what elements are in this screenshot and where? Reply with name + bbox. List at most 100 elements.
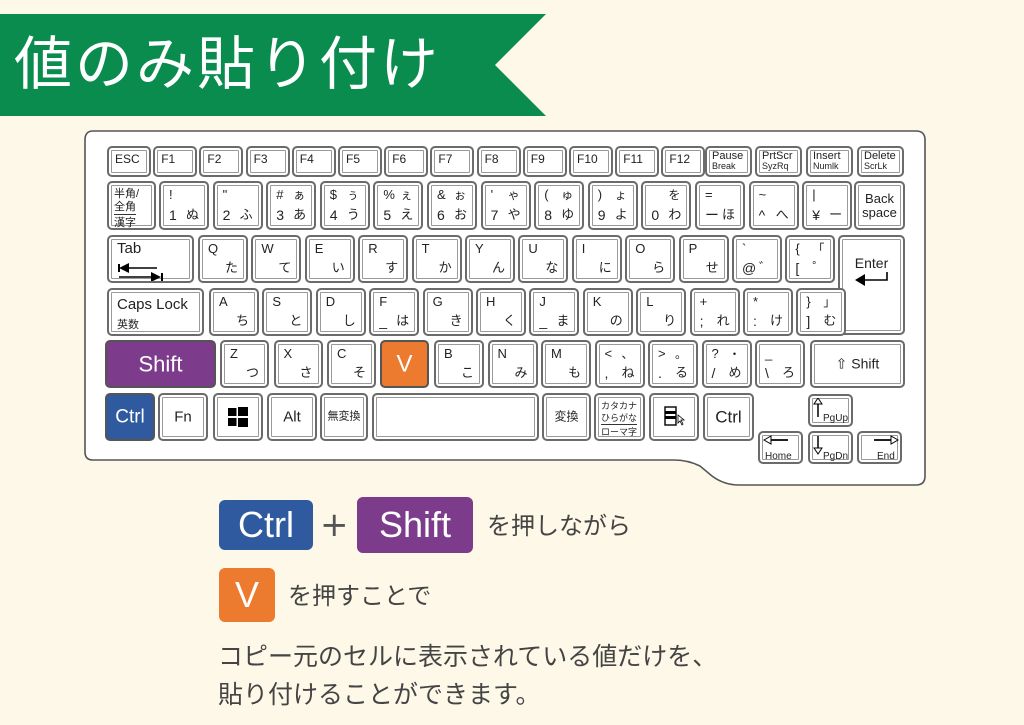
key-+[interactable]: +; れ xyxy=(689,288,740,336)
key-katakana-hiragana[interactable]: カタカナ ひらがな ローマ字 xyxy=(594,393,645,441)
key-C[interactable]: Cそ xyxy=(327,340,376,388)
key-`[interactable]: ` @ ゛ xyxy=(732,235,782,283)
key-W[interactable]: Wて xyxy=(251,235,302,283)
key-shift-char: ? xyxy=(711,346,719,361)
key-shift-char: T xyxy=(421,241,430,256)
key-esc[interactable]: ESC xyxy=(107,146,151,177)
key-f4[interactable]: F4 xyxy=(291,146,336,177)
key-5[interactable]: % ぇ 5 え xyxy=(373,181,424,230)
key-ー[interactable]: = ーほ xyxy=(695,181,745,230)
key-A[interactable]: Aち xyxy=(209,288,259,336)
key-delete[interactable]: Delete ScrLk xyxy=(857,146,904,177)
key-shift-right[interactable]: ⇧ Shift xyxy=(810,340,905,388)
key-f3[interactable]: F3 xyxy=(245,146,290,177)
key-9[interactable]: ) ょ 9 よ xyxy=(587,181,638,230)
key-<[interactable]: < 、, ね xyxy=(594,340,645,388)
key-f8[interactable]: F8 xyxy=(476,146,521,177)
key-alt[interactable]: Alt xyxy=(267,393,317,441)
key-?[interactable]: ? ・ / め xyxy=(701,340,752,388)
key-N[interactable]: Nみ xyxy=(487,340,538,388)
key-hankaku-zenkaku[interactable]: 半角/全角 漢字 xyxy=(107,181,156,230)
key-windows[interactable] xyxy=(213,393,263,441)
key-label: Ctrl xyxy=(715,407,742,427)
key-ctrl-left[interactable]: Ctrl xyxy=(105,393,155,441)
page-title: 値のみ貼り付け xyxy=(14,30,442,98)
key-f2[interactable]: F2 xyxy=(199,146,244,177)
key-U[interactable]: Uな xyxy=(518,235,569,283)
key-3[interactable]: # ぁ 3 あ xyxy=(266,181,317,230)
key-2[interactable]: " 2 ふ xyxy=(212,181,263,230)
key-T[interactable]: Tか xyxy=(411,235,462,283)
key-pgup[interactable]: PgUp xyxy=(808,394,853,427)
shift-key-label: Shift xyxy=(357,497,473,553)
key-4[interactable]: $ ぅ 4 う xyxy=(319,181,370,230)
key-S[interactable]: Sと xyxy=(262,288,313,336)
key-enter[interactable]: Enter xyxy=(838,235,905,335)
key-kana-char: ち xyxy=(235,313,249,328)
key-kana-char: こ xyxy=(460,365,474,380)
key-ctrl-right[interactable]: Ctrl xyxy=(703,393,754,441)
key-X[interactable]: Xさ xyxy=(273,340,323,388)
key-D[interactable]: Dし xyxy=(315,288,366,336)
key-f9[interactable]: F9 xyxy=(522,146,567,177)
key-f10[interactable]: F10 xyxy=(569,146,613,177)
key-Z[interactable]: Zつ xyxy=(220,340,269,388)
key-^[interactable]: ~ ^ へ xyxy=(748,181,799,230)
key-F[interactable]: F _ は xyxy=(369,288,420,336)
key-Y[interactable]: Yん xyxy=(465,235,515,283)
key-¥[interactable]: | ¥ ー xyxy=(802,181,853,230)
key-L[interactable]: Lり xyxy=(636,288,687,336)
key-R[interactable]: Rす xyxy=(358,235,409,283)
key-8[interactable]: (ゅ 8 ゆ xyxy=(534,181,585,230)
key-Q[interactable]: Qた xyxy=(198,235,248,283)
key-1[interactable]: ! 1 ぬ xyxy=(159,181,209,230)
key-henkan[interactable]: 変換 xyxy=(542,393,591,441)
key-v[interactable]: V xyxy=(380,340,429,388)
key-E[interactable]: Eい xyxy=(304,235,355,283)
key-tab[interactable]: Tab xyxy=(107,235,194,283)
key-K[interactable]: Kの xyxy=(582,288,633,336)
key-{[interactable]: {「 [゜ xyxy=(785,235,836,283)
key-end[interactable]: End xyxy=(857,431,902,464)
key-f12[interactable]: F12 xyxy=(661,146,706,177)
key-pgdn[interactable]: PgDn xyxy=(808,431,853,464)
key-muhenkan[interactable]: 無変換 xyxy=(320,393,368,441)
key-I[interactable]: Iに xyxy=(571,235,622,283)
key-pause[interactable]: Pause Break xyxy=(705,146,752,177)
key-shift-left[interactable]: Shift xyxy=(105,340,216,388)
key-O[interactable]: Oら xyxy=(625,235,676,283)
key-H[interactable]: Hく xyxy=(476,288,526,336)
key-main-char: 5 xyxy=(383,207,392,223)
key-f6[interactable]: F6 xyxy=(384,146,429,177)
key-caps-lock[interactable]: Caps Lock 英数 xyxy=(107,288,204,336)
key-}[interactable]: } 」] む xyxy=(796,288,847,336)
key-kana-char: ま xyxy=(556,313,570,328)
key-shift-char: N xyxy=(497,346,507,361)
key->[interactable]: > 。. る xyxy=(648,340,698,388)
key-7[interactable]: ' ゃ 7 や xyxy=(480,181,531,230)
key-G[interactable]: Gき xyxy=(422,288,473,336)
key-home[interactable]: Home xyxy=(758,431,803,464)
key-P[interactable]: Pせ xyxy=(678,235,729,283)
key-label: F4 xyxy=(299,152,314,166)
key-kana-char: は xyxy=(396,313,410,328)
key-insert[interactable]: Insert Numlk xyxy=(806,146,853,177)
key-shift-char: G xyxy=(432,294,443,309)
key-prtscr[interactable]: PrtScr SyzRq xyxy=(755,146,802,177)
key-application-menu[interactable] xyxy=(649,393,699,441)
key-f7[interactable]: F7 xyxy=(430,146,475,177)
ctrl-key-label: Ctrl xyxy=(219,500,313,550)
key-*[interactable]: *: け xyxy=(743,288,793,336)
key-f5[interactable]: F5 xyxy=(338,146,382,177)
key-J[interactable]: J _ ま xyxy=(529,288,580,336)
key-fn[interactable]: Fn xyxy=(158,393,208,441)
key-M[interactable]: Mも xyxy=(541,340,591,388)
key-6[interactable]: & ぉ 6 お xyxy=(427,181,477,230)
key-B[interactable]: Bこ xyxy=(434,340,484,388)
key-_[interactable]: _ \ ろ xyxy=(755,340,805,388)
key-space[interactable] xyxy=(372,393,539,441)
key-f1[interactable]: F1 xyxy=(153,146,198,177)
key-backspace[interactable]: Back space xyxy=(854,181,905,230)
key-0[interactable]: を0わ xyxy=(641,181,692,230)
key-f11[interactable]: F11 xyxy=(615,146,660,177)
